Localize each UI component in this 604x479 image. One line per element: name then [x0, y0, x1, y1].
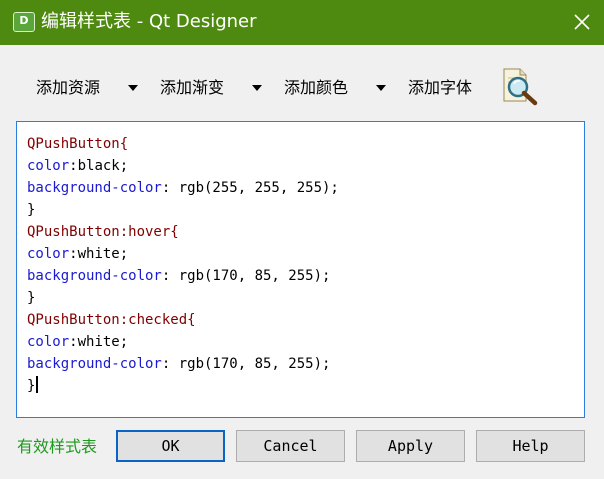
property-value: : rgb(170, 85, 255); [161, 356, 331, 372]
qt-designer-app-icon: D [13, 12, 35, 32]
code-line: background-color: rgb(255, 255, 255); [27, 177, 339, 199]
add-color-label: 添加颜色 [284, 78, 349, 97]
code-line: } [27, 375, 339, 397]
property-value: :black; [69, 158, 129, 174]
property-value: : rgb(170, 85, 255); [161, 268, 331, 284]
add-gradient-label: 添加渐变 [160, 78, 225, 97]
code-line: QPushButton:hover{ [27, 221, 339, 243]
text-caret [36, 376, 39, 393]
code-line: color:black; [27, 155, 339, 177]
add-font-label: 添加字体 [408, 78, 473, 97]
code-line: background-color: rgb(170, 85, 255); [27, 265, 339, 287]
stylesheet-status-label: 有效样式表 [17, 437, 98, 456]
code-line: color:white; [27, 243, 339, 265]
selector-text: QPushButton:hover{ [27, 224, 179, 240]
font-find-icon[interactable] [500, 67, 542, 107]
selector-text: QPushButton:checked{ [27, 312, 196, 328]
property-name: background-color [27, 180, 162, 196]
add-font-button[interactable]: 添加字体 [402, 67, 488, 109]
add-resource-button[interactable]: 添加资源 [30, 67, 146, 109]
help-button[interactable]: Help [476, 430, 585, 462]
add-resource-label: 添加资源 [36, 78, 101, 97]
property-name: color [27, 158, 70, 174]
selector-text: QPushButton{ [27, 136, 129, 152]
property-value: :white; [69, 334, 129, 350]
code-line: } [27, 199, 339, 221]
closing-brace: } [27, 202, 36, 218]
property-name: background-color [27, 356, 162, 372]
code-line: color:white; [27, 331, 339, 353]
property-name: color [27, 246, 70, 262]
code-area[interactable]: QPushButton{color:black; background-color… [27, 133, 339, 397]
property-value: : rgb(255, 255, 255); [161, 180, 339, 196]
code-line: background-color: rgb(170, 85, 255); [27, 353, 339, 375]
closing-brace: } [27, 378, 36, 394]
add-color-button[interactable]: 添加颜色 [278, 67, 394, 109]
property-name: background-color [27, 268, 162, 284]
app-icon-letter: D [19, 14, 29, 27]
window-title: 编辑样式表 - Qt Designer [41, 11, 257, 32]
stylesheet-editor[interactable]: QPushButton{color:black; background-color… [16, 121, 585, 418]
code-line: QPushButton:checked{ [27, 309, 339, 331]
close-button[interactable] [560, 0, 604, 45]
title-bar: D 编辑样式表 - Qt Designer [0, 0, 604, 45]
chevron-down-icon[interactable] [128, 85, 138, 91]
code-line: QPushButton{ [27, 133, 339, 155]
close-icon [574, 14, 590, 30]
chevron-down-icon[interactable] [252, 85, 262, 91]
property-value: :white; [69, 246, 129, 262]
property-name: color [27, 334, 70, 350]
closing-brace: } [27, 290, 36, 306]
apply-button[interactable]: Apply [356, 430, 465, 462]
code-line: } [27, 287, 339, 309]
cancel-button[interactable]: Cancel [236, 430, 345, 462]
ok-button[interactable]: OK [116, 430, 225, 462]
chevron-down-icon[interactable] [376, 85, 386, 91]
add-gradient-button[interactable]: 添加渐变 [154, 67, 270, 109]
